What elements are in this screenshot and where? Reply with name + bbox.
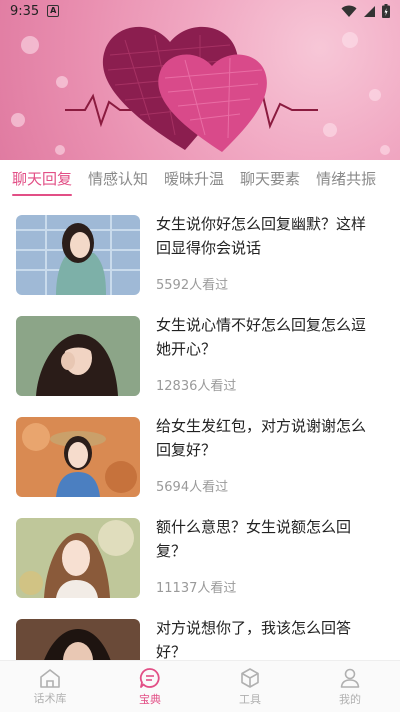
bottom-nav: 话术库 宝典 工具 我的 — [0, 660, 400, 712]
status-left: 9:35 A — [10, 3, 60, 19]
article-thumbnail — [16, 518, 140, 598]
list-item[interactable]: 女生说心情不好怎么回复怎么逗她开心？ 12836人看过 — [0, 299, 400, 400]
article-thumbnail — [16, 417, 140, 497]
tab-emotion-cognition[interactable]: 情感认知 — [88, 160, 148, 198]
signal-icon — [364, 5, 375, 17]
battery-icon — [382, 4, 390, 18]
tab-chat-elements[interactable]: 聊天要素 — [240, 160, 300, 198]
nav-item-script-library[interactable]: 话术库 — [0, 661, 100, 712]
article-thumbnail — [16, 316, 140, 396]
view-count: 5592人看过 — [156, 278, 229, 293]
article-thumbnail — [16, 619, 140, 660]
article-title: 对方说想你了，我该怎么回答好？ — [156, 619, 352, 660]
list-item[interactable]: 对方说想你了，我该怎么回答好？ — [0, 602, 400, 660]
hero-banner[interactable] — [0, 0, 400, 160]
view-count: 5694人看过 — [156, 480, 229, 495]
tab-emotional-resonance[interactable]: 情绪共振 — [316, 160, 376, 198]
nav-label: 我的 — [339, 692, 361, 706]
tab-flirting[interactable]: 暧昧升温 — [164, 160, 224, 198]
status-bar: 9:35 A — [0, 0, 400, 22]
article-list: 女生说你好怎么回复幽默？这样回显得你会说话 5592人看过 女生说心情不好怎么回… — [0, 198, 400, 660]
status-right — [341, 4, 390, 18]
nav-label: 宝典 — [139, 692, 161, 706]
list-item[interactable]: 女生说你好怎么回复幽默？这样回显得你会说话 5592人看过 — [0, 198, 400, 299]
notification-icon: A — [47, 5, 60, 17]
article-title: 给女生发红包，对方说谢谢怎么回复好？ — [156, 417, 367, 459]
nav-label: 话术库 — [33, 691, 67, 705]
nav-label: 工具 — [239, 692, 261, 706]
category-tabs: 聊天回复 情感认知 暧昧升温 聊天要素 情绪共振 — [0, 160, 400, 198]
status-time: 9:35 — [10, 3, 40, 19]
tab-chat-reply[interactable]: 聊天回复 — [12, 160, 73, 198]
nav-item-guide[interactable]: 宝典 — [100, 661, 200, 712]
nav-item-me[interactable]: 我的 — [300, 661, 400, 712]
nav-item-tools[interactable]: 工具 — [200, 661, 300, 712]
view-count: 11137人看过 — [156, 581, 237, 596]
article-thumbnail — [16, 215, 140, 295]
article-title: 额什么意思？女生说额怎么回复？ — [156, 518, 352, 560]
chat-bubble-icon — [139, 667, 160, 688]
list-item[interactable]: 额什么意思？女生说额怎么回复？ 11137人看过 — [0, 501, 400, 602]
list-item[interactable]: 给女生发红包，对方说谢谢怎么回复好？ 5694人看过 — [0, 400, 400, 501]
hearts-illustration — [11, 26, 390, 155]
person-icon — [340, 668, 360, 688]
house-icon — [40, 668, 60, 688]
wifi-icon — [341, 5, 357, 17]
article-title: 女生说你好怎么回复幽默？这样回显得你会说话 — [156, 215, 367, 257]
view-count: 12836人看过 — [156, 379, 237, 394]
cube-icon — [241, 667, 259, 688]
article-title: 女生说心情不好怎么回复怎么逗她开心？ — [156, 316, 367, 358]
